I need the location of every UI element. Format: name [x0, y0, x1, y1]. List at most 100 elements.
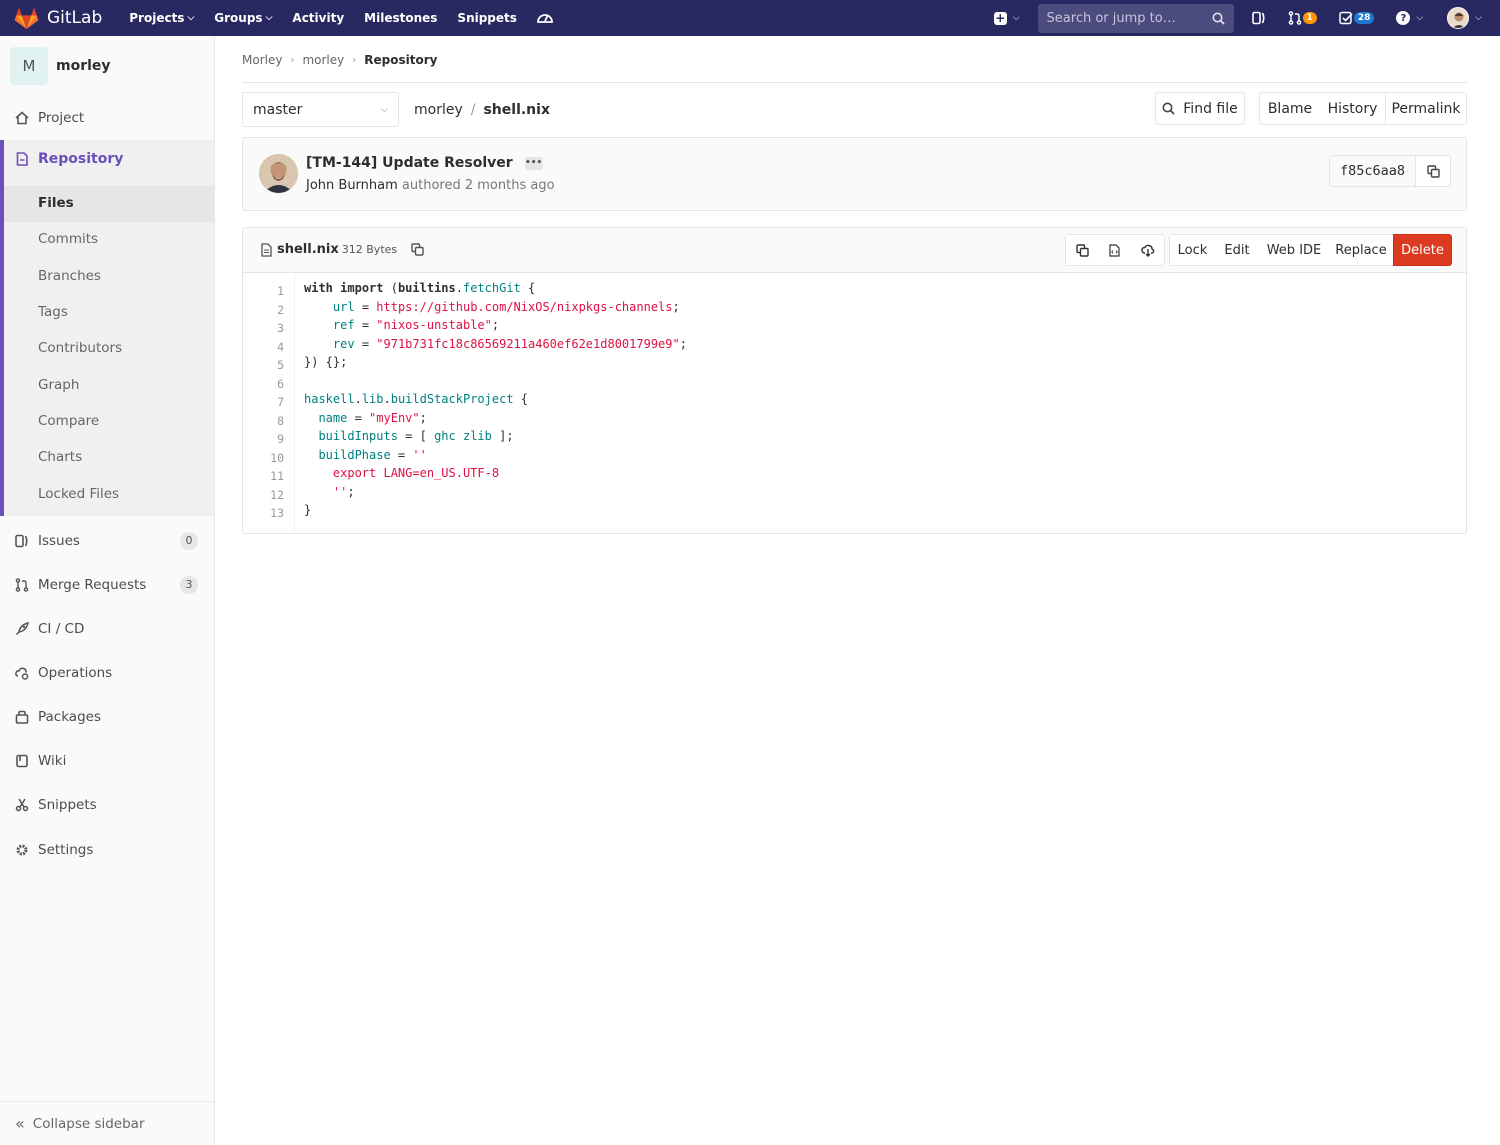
home-icon	[15, 111, 29, 125]
chevron-down-icon: ⌵	[1475, 13, 1482, 23]
dashboard-gauge-icon[interactable]	[536, 9, 554, 27]
commit-title[interactable]: [TM-144] Update Resolver •••	[306, 155, 543, 171]
code-line: }	[304, 503, 312, 517]
line-number[interactable]: 5	[277, 358, 284, 372]
sidebar-item-operations[interactable]: Operations	[0, 662, 214, 684]
collapse-sidebar-button[interactable]: « Collapse sidebar	[0, 1101, 214, 1145]
gitlab-home-link[interactable]: GitLab	[14, 0, 102, 36]
line-number[interactable]: 9	[277, 432, 284, 446]
sidebar-project-header[interactable]: M morley	[0, 36, 214, 96]
breadcrumb-project[interactable]: morley	[302, 53, 344, 67]
copy-icon	[1426, 164, 1440, 178]
sidebar-item-wiki[interactable]: Wiki	[0, 750, 214, 772]
history-button[interactable]: History	[1320, 92, 1386, 125]
sidebar-sub-charts[interactable]: Charts	[38, 449, 82, 465]
delete-button[interactable]: Delete	[1393, 234, 1452, 266]
line-number[interactable]: 11	[270, 469, 284, 483]
commit-sha-link[interactable]: f85c6aa8	[1328, 155, 1416, 187]
line-number[interactable]: 3	[277, 321, 284, 335]
replace-button[interactable]: Replace	[1329, 234, 1394, 266]
blame-button[interactable]: Blame	[1259, 92, 1321, 125]
file-code-icon	[1109, 243, 1120, 257]
nav-snippets[interactable]: Snippets	[457, 11, 517, 25]
code-line: '';	[332, 485, 355, 499]
cloud-gear-icon	[15, 667, 29, 680]
code-line: url = https://github.com/NixOS/nixpkgs-c…	[332, 300, 680, 314]
download-button[interactable]	[1131, 234, 1165, 266]
sidebar-item-packages[interactable]: Packages	[0, 706, 214, 728]
permalink-button[interactable]: Permalink	[1385, 92, 1467, 125]
user-avatar	[1447, 7, 1470, 29]
chevron-down-icon: ⌵	[1012, 13, 1020, 23]
file-header: shell.nix 312 Bytes Lock Edit Web IDE Re…	[243, 228, 1466, 273]
copy-file-path-icon[interactable]	[411, 243, 424, 256]
sidebar-sub-contributors[interactable]: Contributors	[38, 340, 122, 356]
sidebar-sub-compare[interactable]: Compare	[38, 413, 99, 429]
sidebar-sub-files[interactable]: Files	[38, 195, 74, 211]
sidebar-sub-locked-files[interactable]: Locked Files	[38, 486, 119, 502]
line-number[interactable]: 7	[277, 395, 284, 409]
code-line: export LANG=en_US.UTF-8	[304, 466, 500, 480]
chevron-down-icon: ⌵	[265, 13, 273, 23]
commit-author-link[interactable]: John Burnham	[306, 178, 398, 193]
repository-icon	[16, 152, 28, 166]
line-number[interactable]: 8	[277, 414, 284, 428]
new-item-dropdown[interactable]: + ⌵	[993, 11, 1020, 25]
sidebar-item-snippets[interactable]: Snippets	[0, 794, 214, 816]
branch-select[interactable]: master ⌵	[242, 92, 399, 127]
nav-groups[interactable]: Groups ⌵	[214, 11, 272, 25]
nav-milestones[interactable]: Milestones	[364, 11, 437, 25]
commit-author-avatar[interactable]	[259, 154, 298, 193]
user-menu-dropdown[interactable]: ⌵	[1447, 7, 1482, 29]
line-number[interactable]: 1	[277, 284, 284, 298]
open-raw-button[interactable]	[1098, 234, 1132, 266]
nav-activity[interactable]: Activity	[292, 11, 344, 25]
help-dropdown[interactable]: ? ⌵	[1396, 11, 1423, 25]
toggle-commit-description-button[interactable]: •••	[524, 156, 543, 170]
sidebar-sub-files-active-bg	[4, 186, 214, 222]
sidebar-sub-tags[interactable]: Tags	[38, 304, 68, 320]
project-name: morley	[56, 58, 111, 74]
last-commit-panel: [TM-144] Update Resolver ••• John Burnha…	[242, 137, 1467, 211]
sidebar-sub-branches[interactable]: Branches	[38, 268, 101, 284]
merge-requests-nav-button[interactable]: 1	[1288, 11, 1317, 25]
issues-icon	[15, 534, 28, 548]
todos-count: 28	[1353, 12, 1375, 24]
sidebar-item-ci-cd[interactable]: CI / CD	[0, 618, 214, 640]
web-ide-button[interactable]: Web IDE	[1259, 234, 1330, 266]
search-input[interactable]: Search or jump to…	[1037, 3, 1234, 33]
breadcrumb-group[interactable]: Morley	[242, 53, 282, 67]
code-line: }) {};	[304, 355, 348, 369]
top-navbar: GitLab Projects ⌵ Groups ⌵ Activity Milest…	[0, 0, 1500, 36]
sidebar-sub-graph[interactable]: Graph	[38, 377, 79, 393]
copy-source-button[interactable]	[1065, 234, 1099, 266]
sidebar-sub-commits[interactable]: Commits	[38, 231, 98, 247]
file-path: morley / shell.nix	[414, 102, 550, 118]
sidebar-item-merge-requests[interactable]: Merge Requests 3	[0, 574, 214, 596]
line-number[interactable]: 4	[277, 340, 284, 354]
merge-requests-count: 3	[180, 576, 198, 594]
file-icon	[261, 242, 272, 257]
copy-sha-button[interactable]	[1416, 155, 1451, 187]
line-number[interactable]: 6	[277, 377, 284, 391]
line-number[interactable]: 2	[277, 303, 284, 317]
line-number[interactable]: 13	[270, 506, 284, 520]
lock-button[interactable]: Lock	[1169, 234, 1216, 266]
issues-nav-button[interactable]	[1251, 11, 1266, 25]
nav-projects[interactable]: Projects ⌵	[129, 11, 194, 25]
sidebar-repository-section: Repository Files Commits Branches Tags C…	[0, 140, 214, 516]
line-number[interactable]: 10	[270, 451, 284, 465]
path-root-link[interactable]: morley	[414, 102, 463, 118]
file-size: 312 Bytes	[341, 243, 398, 256]
sidebar-item-project[interactable]: Project	[0, 107, 214, 129]
commit-sha-group: f85c6aa8	[1328, 155, 1451, 187]
breadcrumb-current[interactable]: Repository	[364, 53, 437, 67]
sidebar-item-settings[interactable]: Settings	[0, 839, 214, 861]
todos-nav-button[interactable]: 28	[1339, 11, 1375, 25]
edit-button[interactable]: Edit	[1215, 234, 1260, 266]
sidebar-item-repository[interactable]: Repository	[15, 151, 123, 167]
sidebar-item-issues[interactable]: Issues 0	[0, 530, 214, 552]
chevron-right-icon: ›	[290, 54, 295, 66]
find-file-button[interactable]: Find file	[1155, 92, 1245, 125]
line-number[interactable]: 12	[270, 488, 284, 502]
